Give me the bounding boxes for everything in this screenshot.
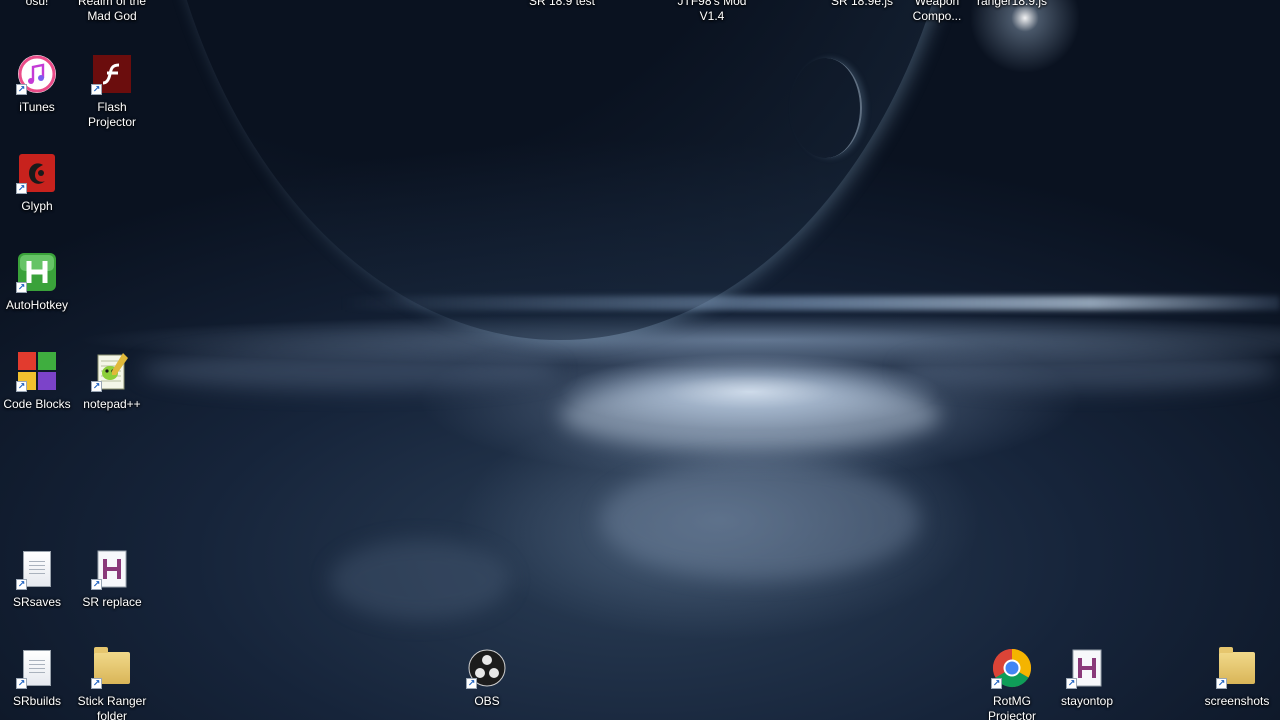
codeblocks-icon: ↗ — [16, 351, 57, 392]
desktop[interactable]: osu! Realm of the Mad God SR 18.9 test J… — [0, 0, 1280, 720]
desktop-icon-label: JTF98's Mod V1.4 — [677, 0, 747, 23]
flash-icon: ↗ — [91, 54, 132, 95]
desktop-icon-label: SRsaves — [12, 595, 62, 609]
desktop-icon-weapon-compo[interactable]: Weapon Compo... — [900, 0, 974, 24]
obs-icon: ↗ — [466, 648, 507, 689]
chrome-icon: ↗ — [991, 648, 1032, 689]
wallpaper-clouds — [600, 460, 920, 580]
desktop-icon-label: RotMG Projector — [987, 694, 1037, 720]
shortcut-arrow-icon: ↗ — [16, 183, 27, 194]
desktop-icon-jtf98s-mod[interactable]: JTF98's Mod V1.4 — [675, 0, 749, 24]
desktop-icon-stick-ranger-folder[interactable]: ↗ Stick Ranger folder — [75, 647, 149, 720]
desktop-icon-ranger18-9-js[interactable]: ranger18.9.js — [975, 0, 1049, 9]
text-document-icon: ↗ — [16, 549, 57, 590]
autohotkey-icon: ↗ — [16, 252, 57, 293]
shortcut-arrow-icon: ↗ — [991, 678, 1002, 689]
wallpaper-clouds — [330, 540, 510, 620]
desktop-icon-label: SR 18.9 test — [528, 0, 596, 8]
desktop-icon-obs[interactable]: ↗ OBS — [450, 648, 524, 709]
folder-icon: ↗ — [1216, 647, 1257, 689]
desktop-icon-sr-18-9e-js[interactable]: SR 18.9e.js — [825, 0, 899, 9]
desktop-icon-autohotkey[interactable]: ↗ AutoHotkey — [0, 252, 74, 313]
desktop-icon-label: OBS — [474, 694, 500, 708]
shortcut-arrow-icon: ↗ — [16, 579, 27, 590]
desktop-icon-label: osu! — [25, 0, 49, 8]
shortcut-arrow-icon: ↗ — [91, 84, 102, 95]
ahk-script-icon: ↗ — [91, 549, 132, 590]
wallpaper-moon — [790, 58, 862, 158]
shortcut-arrow-icon: ↗ — [1216, 678, 1227, 689]
desktop-icon-label: SRbuilds — [12, 694, 62, 708]
desktop-icon-stayontop[interactable]: ↗ stayontop — [1050, 648, 1124, 709]
itunes-icon: ↗ — [16, 54, 57, 95]
shortcut-arrow-icon: ↗ — [466, 678, 477, 689]
desktop-icon-code-blocks[interactable]: ↗ Code Blocks — [0, 351, 74, 412]
shortcut-arrow-icon: ↗ — [91, 678, 102, 689]
glyph-icon: ↗ — [16, 153, 57, 194]
wallpaper-horizon — [340, 296, 1280, 310]
wallpaper-clouds — [140, 350, 560, 390]
shortcut-arrow-icon: ↗ — [16, 282, 27, 293]
desktop-icon-screenshots[interactable]: ↗ screenshots — [1200, 647, 1274, 709]
desktop-icon-label: SR 18.9e.js — [830, 0, 894, 8]
desktop-icon-label: stayontop — [1060, 694, 1114, 708]
desktop-icon-label: iTunes — [19, 100, 55, 114]
desktop-icon-rotmg-projector[interactable]: ↗ RotMG Projector — [975, 648, 1049, 720]
wallpaper-clouds — [900, 350, 1280, 390]
desktop-icon-flash-projector[interactable]: ↗ Flash Projector — [75, 54, 149, 130]
desktop-icon-sr-replace[interactable]: ↗ SR replace — [75, 549, 149, 610]
desktop-icon-glyph[interactable]: ↗ Glyph — [0, 153, 74, 214]
desktop-icon-label: AutoHotkey — [5, 298, 69, 312]
desktop-icon-label: Realm of the Mad God — [77, 0, 147, 23]
desktop-icon-sr-18-9-test[interactable]: SR 18.9 test — [525, 0, 599, 9]
desktop-icon-label: Code Blocks — [3, 397, 71, 411]
desktop-icon-label: ranger18.9.js — [976, 0, 1048, 8]
desktop-icon-srsaves[interactable]: ↗ SRsaves — [0, 549, 74, 610]
desktop-icon-label: Flash Projector — [87, 100, 137, 129]
shortcut-arrow-icon: ↗ — [16, 84, 27, 95]
desktop-icon-realm-of-the-mad-god[interactable]: Realm of the Mad God — [75, 0, 149, 24]
shortcut-arrow-icon: ↗ — [1066, 678, 1077, 689]
desktop-icon-label: screenshots — [1204, 694, 1270, 708]
desktop-icon-itunes[interactable]: ↗ iTunes — [0, 54, 74, 115]
wallpaper-clouds — [560, 380, 940, 450]
desktop-icon-osu[interactable]: osu! — [0, 0, 74, 9]
desktop-icon-srbuilds[interactable]: ↗ SRbuilds — [0, 648, 74, 709]
text-document-icon: ↗ — [16, 648, 57, 689]
desktop-icon-label: notepad++ — [83, 397, 141, 411]
desktop-icon-label: SR replace — [82, 595, 142, 609]
shortcut-arrow-icon: ↗ — [91, 579, 102, 590]
shortcut-arrow-icon: ↗ — [91, 381, 102, 392]
desktop-icon-notepad-plus-plus[interactable]: ↗ notepad++ — [75, 351, 149, 412]
desktop-icon-label: Stick Ranger folder — [77, 694, 147, 720]
ahk-script-icon: ↗ — [1066, 648, 1107, 689]
wallpaper-planet — [150, 0, 970, 340]
desktop-icon-label: Weapon Compo... — [912, 0, 962, 23]
shortcut-arrow-icon: ↗ — [16, 381, 27, 392]
notepad-plus-plus-icon: ↗ — [91, 351, 132, 392]
desktop-icon-label: Glyph — [21, 199, 53, 213]
folder-icon: ↗ — [91, 647, 132, 689]
shortcut-arrow-icon: ↗ — [16, 678, 27, 689]
